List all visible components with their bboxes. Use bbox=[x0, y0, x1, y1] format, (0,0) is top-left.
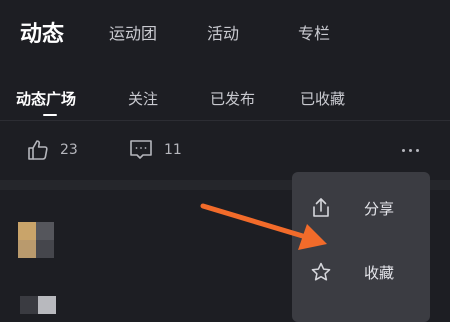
avatar-pixel bbox=[36, 240, 54, 258]
avatar-pixel bbox=[36, 222, 54, 240]
menu-item-favorite[interactable]: 收藏 bbox=[292, 242, 430, 302]
menu-item-label: 收藏 bbox=[364, 263, 395, 282]
comment-count: 11 bbox=[164, 142, 182, 158]
sub-tabs: 动态广场 关注 已发布 已收藏 bbox=[0, 78, 450, 118]
more-dot-icon bbox=[408, 148, 412, 152]
share-icon bbox=[313, 198, 329, 217]
avatar-pixel bbox=[18, 240, 36, 258]
post-action-row: 23 11 bbox=[0, 128, 450, 172]
active-tab-indicator bbox=[43, 114, 57, 116]
menu-item-share[interactable]: 分享 bbox=[292, 178, 430, 238]
more-dot-icon bbox=[415, 148, 419, 152]
like-button[interactable]: 23 bbox=[26, 136, 78, 164]
post-thumbnail[interactable] bbox=[20, 296, 56, 314]
menu-item-label: 分享 bbox=[364, 199, 395, 218]
sub-tab-published[interactable]: 已发布 bbox=[210, 88, 255, 109]
thumb-pixel bbox=[38, 296, 56, 314]
tab-huodong[interactable]: 活动 bbox=[207, 20, 239, 44]
sub-tab-square[interactable]: 动态广场 bbox=[16, 88, 76, 109]
tab-yundongtuan[interactable]: 运动团 bbox=[109, 20, 157, 44]
thumbs-up-icon bbox=[28, 140, 48, 160]
comment-icon bbox=[130, 140, 152, 159]
star-icon bbox=[311, 262, 331, 281]
tab-dongtai[interactable]: 动态 bbox=[20, 16, 64, 48]
avatar[interactable] bbox=[18, 222, 54, 258]
comment-button[interactable]: 11 bbox=[128, 136, 182, 164]
avatar-pixel bbox=[18, 222, 36, 240]
divider bbox=[0, 120, 450, 121]
like-count: 23 bbox=[60, 142, 78, 158]
sub-tab-favorited[interactable]: 已收藏 bbox=[300, 88, 345, 109]
top-nav: 动态 运动团 活动 专栏 bbox=[0, 0, 450, 62]
more-dot-icon bbox=[401, 148, 405, 152]
thumb-pixel bbox=[20, 296, 38, 314]
sub-tab-following[interactable]: 关注 bbox=[128, 88, 158, 109]
more-options-menu: 分享 收藏 bbox=[292, 172, 430, 322]
more-options-button[interactable] bbox=[396, 138, 424, 162]
tab-zhuanlan[interactable]: 专栏 bbox=[298, 20, 330, 44]
